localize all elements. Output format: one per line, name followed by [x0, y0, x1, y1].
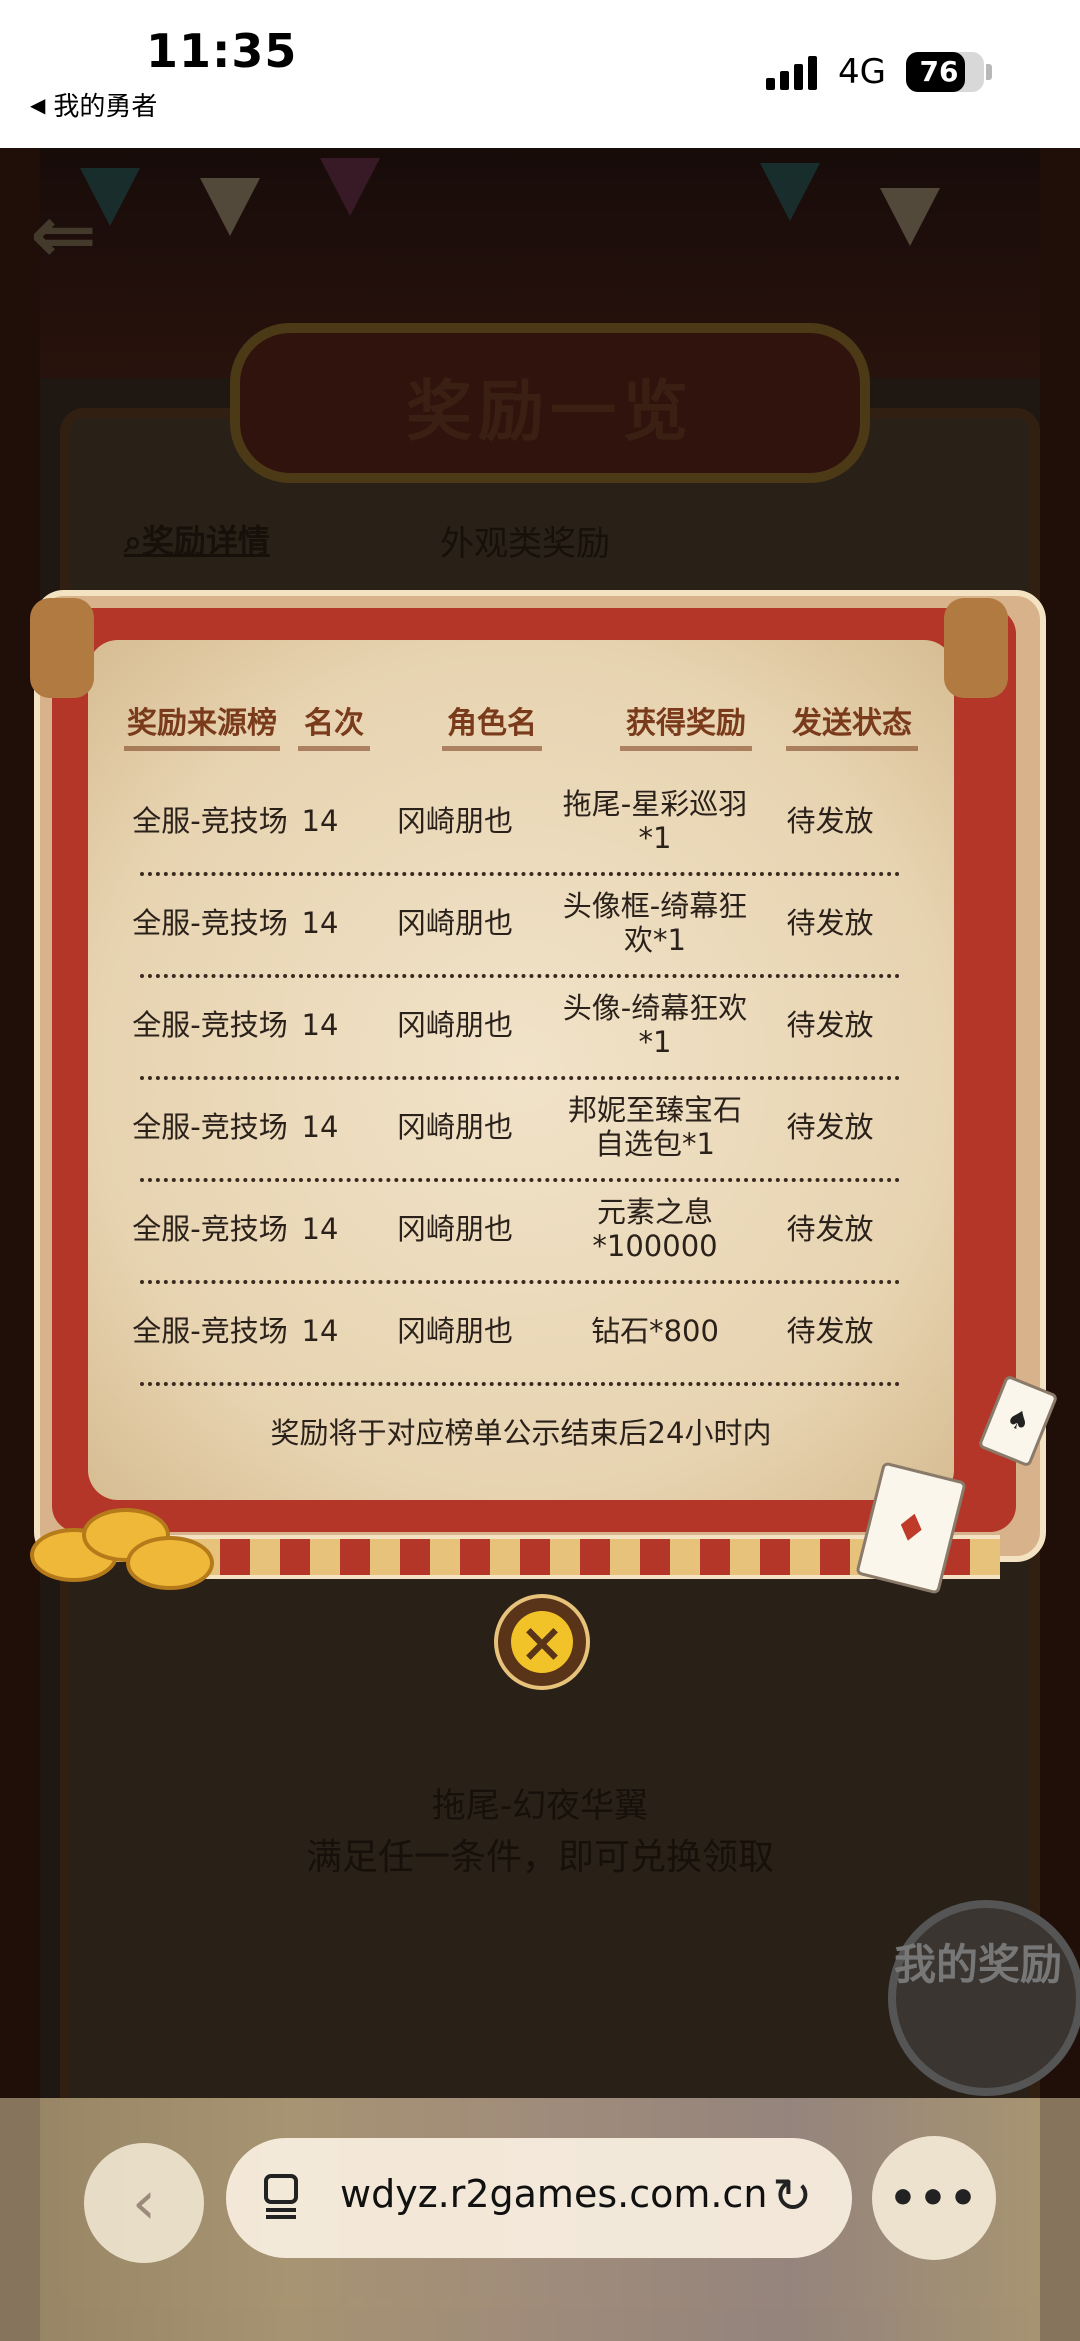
coin-icon	[126, 1536, 214, 1590]
cell-rank: 14	[301, 906, 339, 940]
cell-reward: 邦妮至臻宝石自选包*1	[567, 1093, 742, 1161]
table-row: 全服-竞技场 14 冈崎朋也 头像框-绮幕狂欢*1 待发放	[132, 872, 900, 978]
scroll-knob-left	[30, 598, 94, 698]
close-icon: ×	[511, 1611, 573, 1674]
table-row: 全服-竞技场 14 冈崎朋也 钻石*800 待发放	[132, 1280, 900, 1386]
header-name: 角色名	[442, 698, 542, 751]
reward-footnote: 奖励将于对应榜单公示结束后24小时内	[270, 1416, 772, 1450]
table-row: 全服-竞技场 14 冈崎朋也 拖尾-星彩巡羽*1 待发放	[132, 770, 900, 876]
cell-source: 全服-竞技场	[132, 1008, 288, 1042]
cell-rank: 14	[301, 804, 339, 838]
cell-name: 冈崎朋也	[396, 1110, 513, 1144]
header-reward-label: 获得奖励	[626, 706, 746, 741]
cell-source: 全服-竞技场	[132, 1110, 288, 1144]
cell-status: 待发放	[786, 804, 874, 838]
cell-source: 全服-竞技场	[132, 1212, 288, 1246]
battery-tip	[986, 64, 992, 80]
status-bar: 11:35 ◀ 我的勇者 4G 76	[0, 0, 1080, 148]
close-modal-button[interactable]: ×	[494, 1594, 590, 1690]
more-options-button[interactable]: •••	[872, 2136, 996, 2260]
table-row: 全服-竞技场 14 冈崎朋也 邦妮至臻宝石自选包*1 待发放	[132, 1076, 900, 1182]
cell-name: 冈崎朋也	[396, 1212, 513, 1246]
cell-reward: 钻石*800	[591, 1314, 719, 1348]
cell-rank: 14	[301, 1314, 339, 1348]
cell-reward: 拖尾-星彩巡羽*1	[562, 787, 748, 855]
header-source-label: 奖励来源榜	[127, 706, 277, 741]
back-to-app-link[interactable]: ◀ 我的勇者	[30, 86, 157, 123]
cell-rank: 14	[301, 1008, 339, 1042]
my-reward-button[interactable]	[888, 1900, 1080, 2096]
status-time: 11:35	[146, 24, 298, 78]
cell-rank: 14	[301, 1110, 339, 1144]
header-rank: 名次	[298, 698, 370, 751]
cell-status: 待发放	[786, 906, 874, 940]
table-row: 全服-竞技场 14 冈崎朋也 头像-绮幕狂欢*1 待发放	[132, 974, 900, 1080]
url-text[interactable]: wdyz.r2games.com.cn	[340, 2172, 767, 2216]
battery-icon: 76	[906, 52, 984, 92]
header-source: 奖励来源榜	[124, 698, 280, 751]
chevron-left-icon: ‹	[132, 2168, 156, 2238]
more-icon: •••	[888, 2172, 980, 2224]
cell-status: 待发放	[786, 1212, 874, 1246]
cell-source: 全服-竞技场	[132, 1314, 288, 1348]
cell-reward: 元素之息*100000	[592, 1195, 718, 1263]
cell-source: 全服-竞技场	[132, 906, 288, 940]
cell-reward: 头像-绮幕狂欢*1	[562, 991, 748, 1059]
cell-rank: 14	[301, 1212, 339, 1246]
header-name-label: 角色名	[447, 706, 537, 741]
cell-status: 待发放	[786, 1110, 874, 1144]
header-rank-label: 名次	[304, 706, 364, 741]
network-type: 4G	[838, 52, 886, 92]
gold-coins-decoration	[26, 1500, 216, 1590]
my-reward-label: 我的奖励	[893, 1940, 1062, 1989]
header-status-label: 发送状态	[792, 706, 912, 741]
cell-status: 待发放	[786, 1008, 874, 1042]
battery-percent: 76	[919, 55, 959, 88]
back-triangle-icon: ◀	[30, 92, 46, 117]
cell-name: 冈崎朋也	[396, 1314, 513, 1348]
cell-name: 冈崎朋也	[396, 906, 513, 940]
back-app-label: 我的勇者	[53, 92, 158, 122]
table-row: 全服-竞技场 14 冈崎朋也 元素之息*100000 待发放	[132, 1178, 900, 1284]
header-reward: 获得奖励	[620, 698, 752, 751]
cell-name: 冈崎朋也	[396, 804, 513, 838]
cell-status: 待发放	[786, 1314, 874, 1348]
cell-source: 全服-竞技场	[132, 804, 288, 838]
cell-name: 冈崎朋也	[396, 1008, 513, 1042]
header-status: 发送状态	[786, 698, 918, 751]
reload-icon[interactable]: ↻	[772, 2168, 812, 2224]
cellular-signal-icon	[766, 56, 822, 90]
reader-mode-icon[interactable]	[262, 2172, 302, 2220]
scroll-knob-right	[944, 598, 1008, 698]
browser-back-button[interactable]: ‹	[84, 2143, 204, 2263]
cell-reward: 头像框-绮幕狂欢*1	[562, 889, 748, 957]
